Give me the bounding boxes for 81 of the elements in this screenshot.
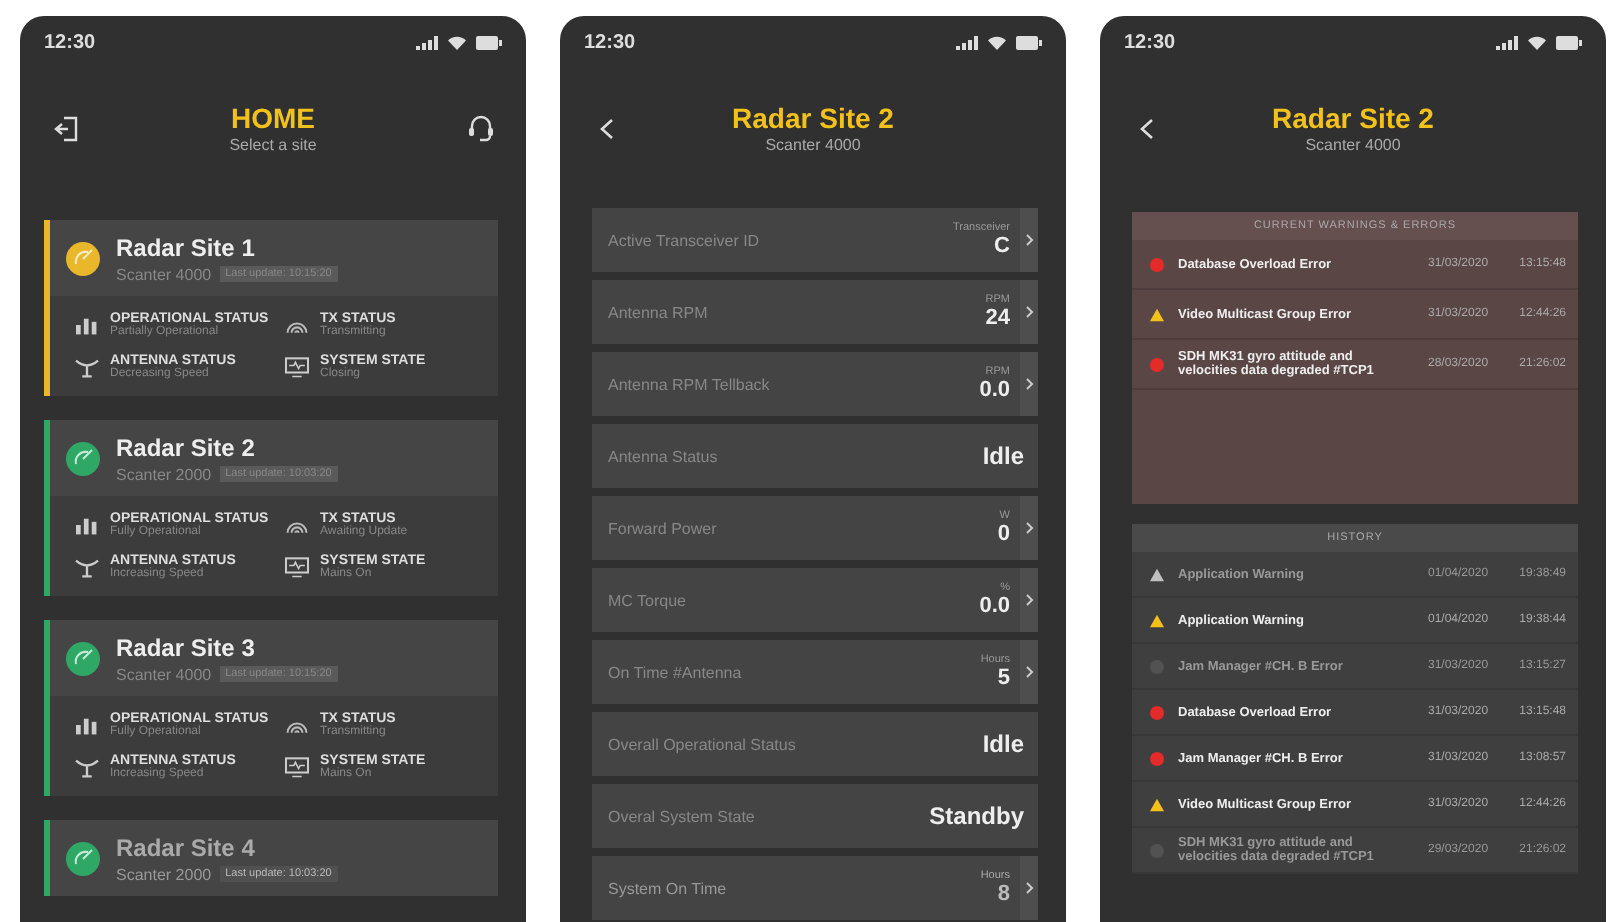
parameter-label: Active Transceiver ID xyxy=(606,231,762,249)
warning-triangle-icon xyxy=(1150,567,1164,581)
parameter-label: Antenna RPM xyxy=(606,303,710,321)
bar-chart-icon xyxy=(74,714,100,736)
site-model: Scanter 4000 xyxy=(116,665,212,683)
site-name: Radar Site 4 xyxy=(116,833,257,861)
back-icon[interactable] xyxy=(599,117,613,139)
screen-subtitle: Select a site xyxy=(229,136,317,154)
warning-triangle-icon xyxy=(1150,613,1164,627)
site-model: Scanter 2000 xyxy=(116,465,212,483)
parameter-label: System On Time xyxy=(606,879,729,897)
bar-chart-icon xyxy=(74,314,100,336)
monitor-icon xyxy=(284,556,310,578)
state-value: Idle xyxy=(982,730,1026,758)
state-value: Idle xyxy=(982,442,1026,470)
chevron-button[interactable] xyxy=(1020,640,1038,704)
error-dot-icon xyxy=(1150,705,1164,719)
back-icon[interactable] xyxy=(1139,117,1153,139)
chevron-right-icon xyxy=(1025,234,1033,246)
chevron-button[interactable] xyxy=(1020,496,1038,560)
site-model: Scanter 2000 xyxy=(116,865,212,883)
antenna-icon xyxy=(74,356,100,378)
wifi-icon xyxy=(1528,35,1546,49)
chevron-button[interactable] xyxy=(1020,856,1038,920)
parameter-label: Antenna Status xyxy=(606,447,720,465)
error-dot-icon xyxy=(1150,257,1164,271)
reading-value: C xyxy=(994,234,1010,258)
monitor-icon xyxy=(284,756,310,778)
warning-triangle-icon xyxy=(1150,307,1164,321)
antenna-icon xyxy=(74,756,100,778)
chevron-right-icon xyxy=(1025,594,1033,606)
headset-icon[interactable] xyxy=(467,114,493,142)
status-time: 12:30 xyxy=(44,31,96,53)
reading-value: 24 xyxy=(985,306,1010,330)
parameter-label: Overal System State xyxy=(606,807,757,825)
warning-triangle-icon xyxy=(1150,797,1164,811)
parameter-label: MC Torque xyxy=(606,591,688,609)
screen-title: Radar Site 2 xyxy=(732,102,894,134)
screen-title: HOME xyxy=(231,102,315,134)
chevron-right-icon xyxy=(1025,666,1033,678)
logout-icon[interactable] xyxy=(54,115,78,141)
site-name: Radar Site 3 xyxy=(116,633,257,661)
parameter-label: Antenna RPM Tellback xyxy=(606,375,772,393)
state-value: Standby xyxy=(929,802,1026,830)
battery-icon xyxy=(1556,35,1582,49)
signal-icon xyxy=(1496,35,1518,49)
chevron-button[interactable] xyxy=(1020,280,1038,344)
reading-value: 0 xyxy=(997,522,1010,546)
wifi-icon xyxy=(988,35,1006,49)
reading-value: 5 xyxy=(997,666,1010,690)
wifi-icon xyxy=(448,35,466,49)
site-name: Radar Site 2 xyxy=(116,433,257,461)
reading-value: 8 xyxy=(997,882,1010,906)
error-dot-icon xyxy=(1150,751,1164,765)
battery-icon xyxy=(476,35,502,49)
chevron-right-icon xyxy=(1025,378,1033,390)
status-time: 12:30 xyxy=(584,31,636,53)
reading-value: 0.0 xyxy=(979,378,1010,402)
chevron-right-icon xyxy=(1025,522,1033,534)
reading-value: 0.0 xyxy=(979,594,1010,618)
site-name: Radar Site 1 xyxy=(116,233,257,261)
screen-title: Radar Site 2 xyxy=(1272,102,1434,134)
battery-icon xyxy=(1016,35,1042,49)
signal-icon xyxy=(416,35,438,49)
chevron-button[interactable] xyxy=(1020,568,1038,632)
monitor-icon xyxy=(284,356,310,378)
screen-subtitle: Scanter 4000 xyxy=(765,136,861,154)
parameter-label: Forward Power xyxy=(606,519,719,537)
signal-icon xyxy=(956,35,978,49)
chevron-button[interactable] xyxy=(1020,352,1038,416)
site-model: Scanter 4000 xyxy=(116,265,212,283)
parameter-label: On Time #Antenna xyxy=(606,663,744,681)
chevron-button[interactable] xyxy=(1020,208,1038,272)
antenna-icon xyxy=(74,556,100,578)
chevron-right-icon xyxy=(1025,882,1033,894)
status-time: 12:30 xyxy=(1124,31,1176,53)
parameter-label: Overall Operational Status xyxy=(606,735,798,753)
bar-chart-icon xyxy=(74,514,100,536)
chevron-right-icon xyxy=(1025,306,1033,318)
error-dot-icon xyxy=(1150,357,1164,371)
screen-subtitle: Scanter 4000 xyxy=(1305,136,1401,154)
